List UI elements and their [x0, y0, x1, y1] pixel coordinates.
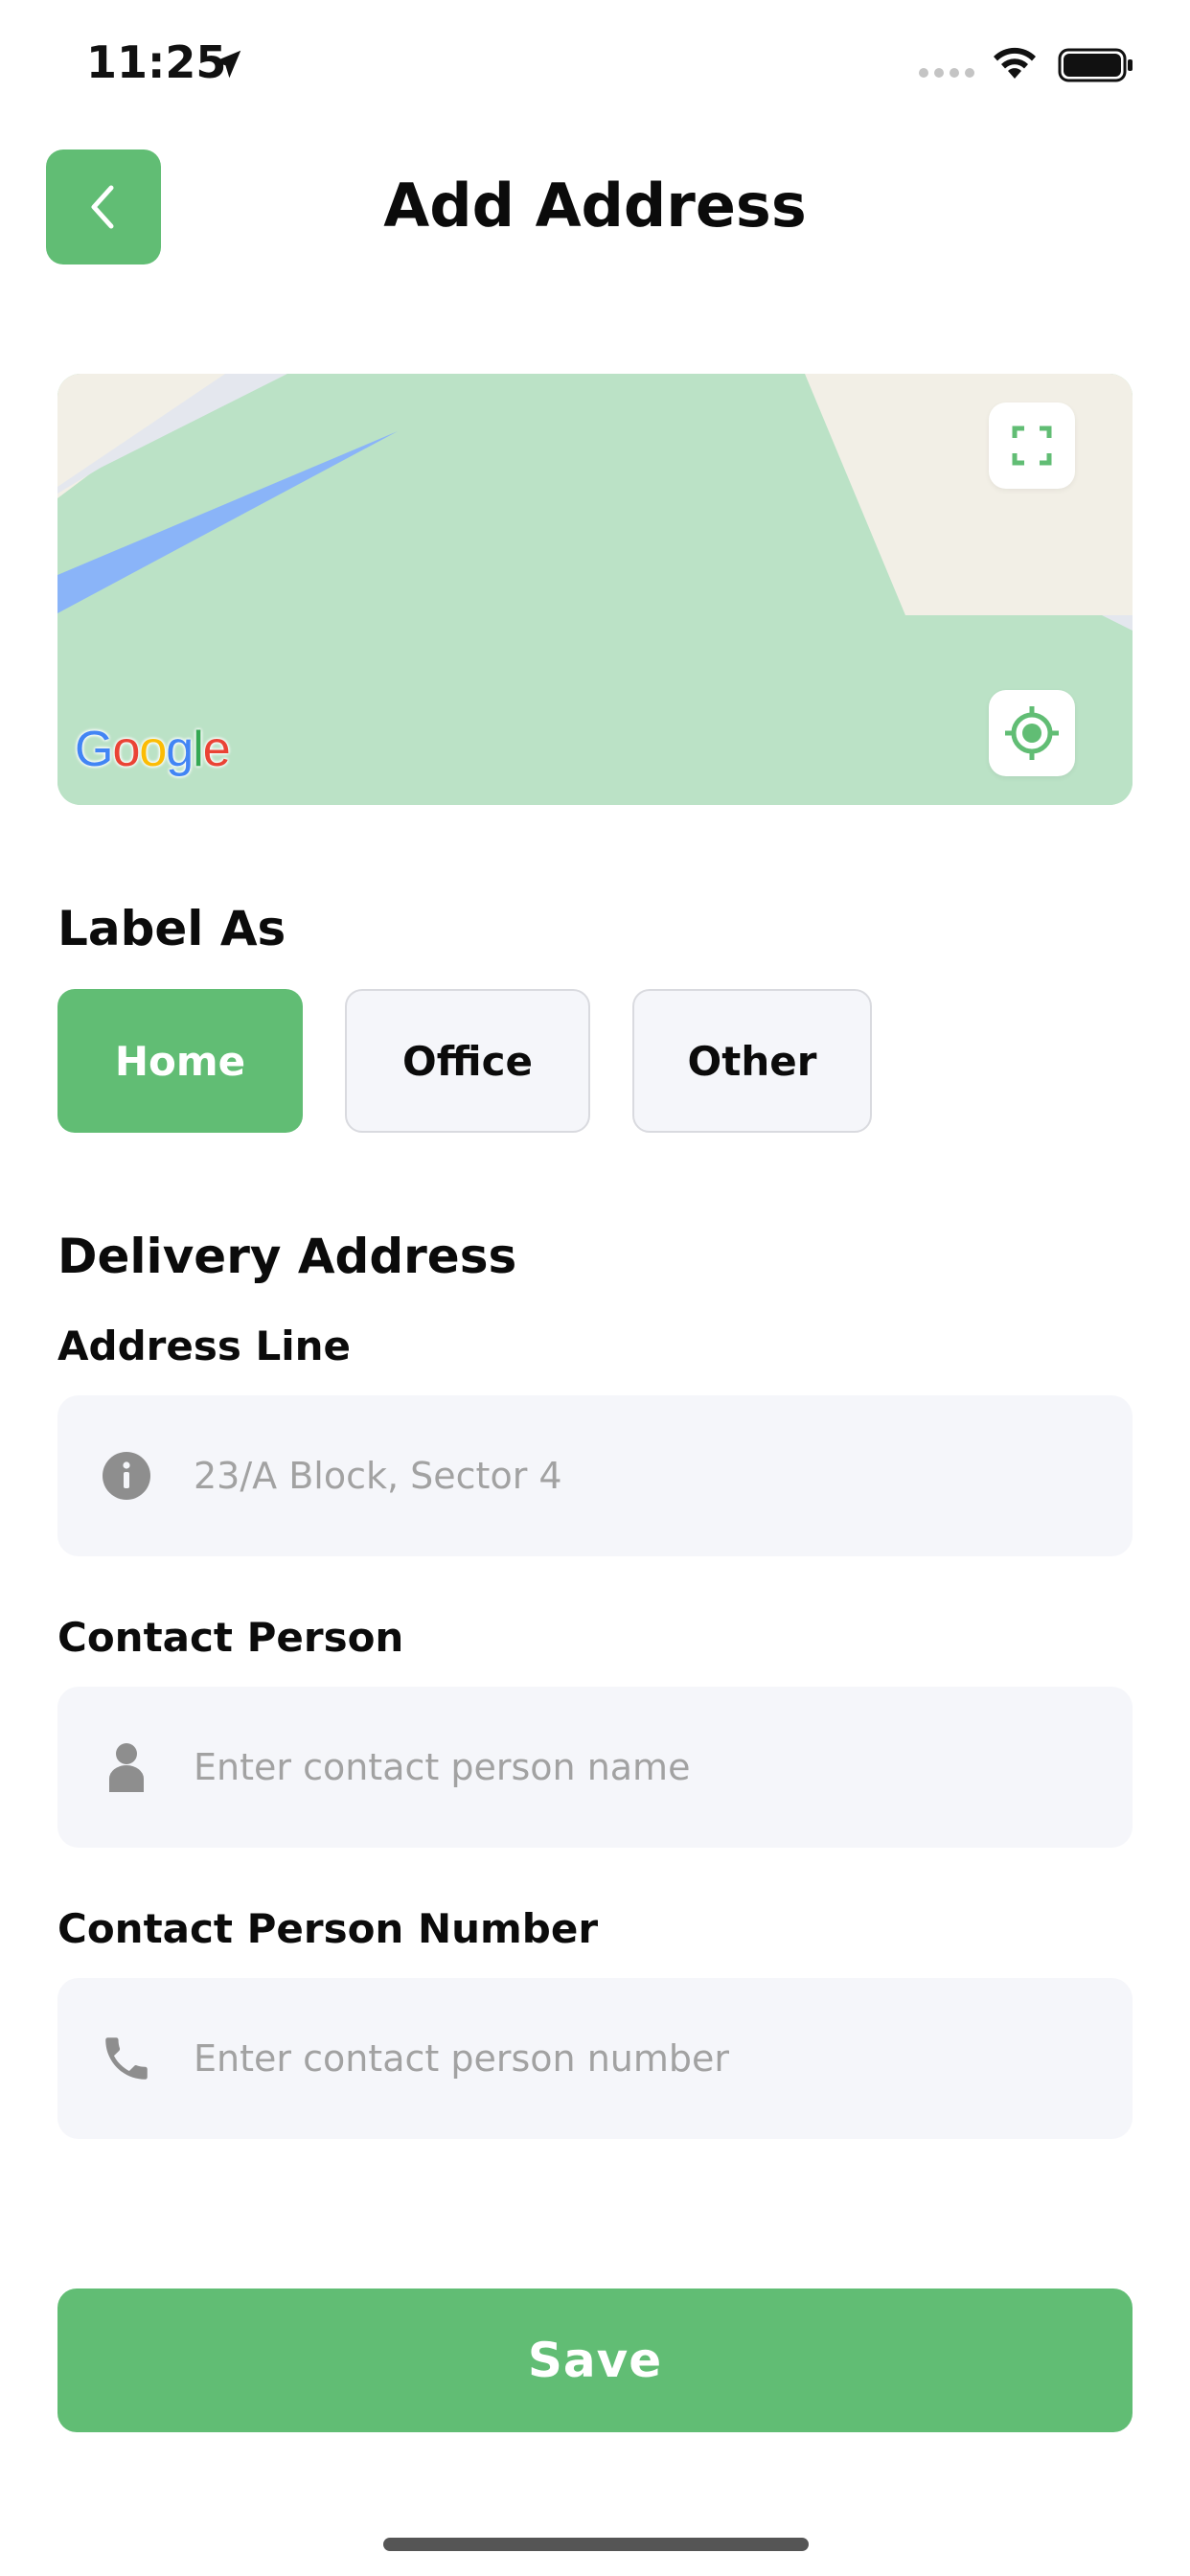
- contact-number-label: Contact Person Number: [57, 1905, 599, 1952]
- map-view[interactable]: Google: [57, 374, 1133, 805]
- label-chip-other[interactable]: Other: [632, 989, 872, 1133]
- label-chip-office[interactable]: Office: [345, 989, 590, 1133]
- contact-number-input[interactable]: [194, 2037, 1056, 2080]
- address-line-input[interactable]: [194, 1455, 1056, 1497]
- status-time: 11:25: [86, 36, 227, 88]
- info-icon: [98, 1447, 155, 1505]
- page-title: Add Address: [383, 171, 807, 241]
- save-button[interactable]: Save: [57, 2288, 1133, 2432]
- label-chip-home[interactable]: Home: [57, 989, 303, 1133]
- contact-person-label: Contact Person: [57, 1614, 404, 1661]
- fullscreen-button[interactable]: [989, 402, 1075, 489]
- location-arrow-icon: [213, 50, 241, 79]
- google-logo: Google: [75, 722, 231, 777]
- address-line-field[interactable]: [57, 1395, 1133, 1556]
- phone-icon: [98, 2030, 155, 2087]
- delivery-address-heading: Delivery Address: [57, 1229, 517, 1284]
- contact-number-field[interactable]: [57, 1978, 1133, 2139]
- my-location-icon: [1005, 706, 1059, 760]
- contact-person-input[interactable]: [194, 1746, 1056, 1788]
- fullscreen-icon: [1012, 426, 1052, 466]
- status-bar: 11:25: [0, 0, 1190, 134]
- signal-icon: [919, 68, 974, 78]
- contact-person-field[interactable]: [57, 1687, 1133, 1848]
- my-location-button[interactable]: [989, 690, 1075, 776]
- home-indicator: [383, 2538, 809, 2551]
- battery-icon: [1058, 48, 1133, 82]
- label-as-heading: Label As: [57, 901, 286, 956]
- address-line-label: Address Line: [57, 1322, 351, 1369]
- wifi-icon: [994, 47, 1036, 79]
- person-icon: [98, 1738, 155, 1796]
